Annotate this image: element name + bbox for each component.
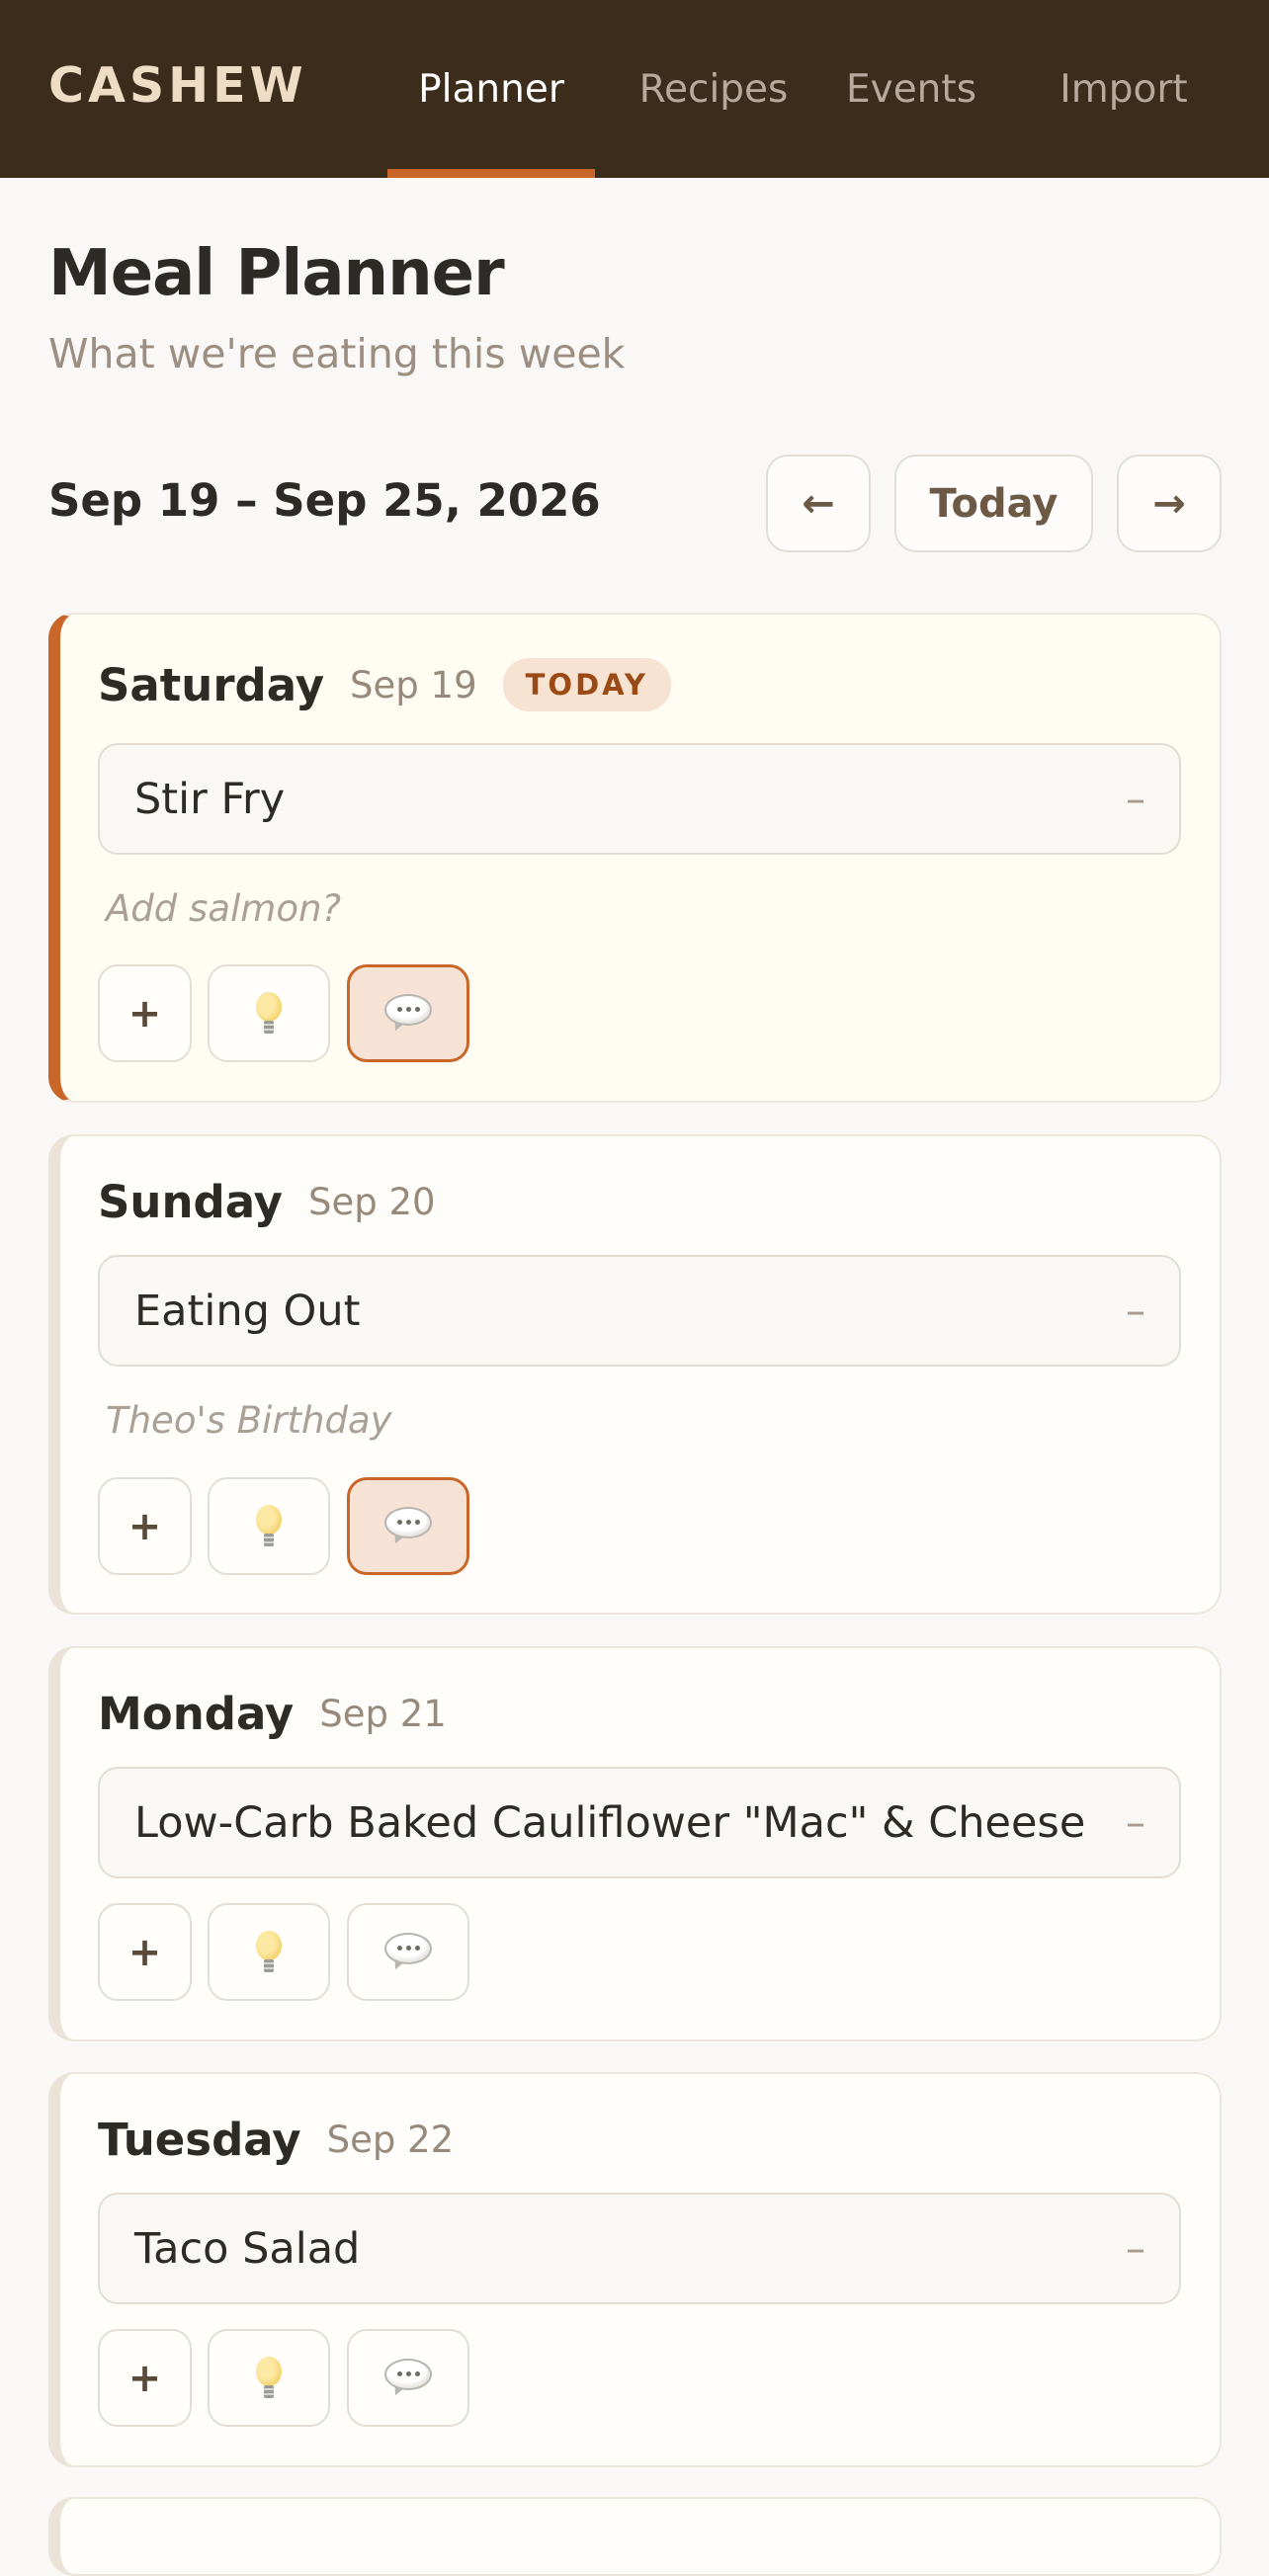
- day-note[interactable]: Add salmon?: [106, 887, 341, 930]
- day-card-saturday: Saturday Sep 19 TODAY Stir Fry – Add sal…: [48, 613, 1222, 1103]
- day-date: Sep 20: [308, 1181, 436, 1223]
- day-header: Monday Sep 21: [98, 1688, 447, 1740]
- lightbulb-icon: [256, 1931, 282, 1974]
- previous-week-button[interactable]: ←: [766, 455, 871, 552]
- add-meal-button[interactable]: +: [98, 2329, 192, 2427]
- add-meal-button[interactable]: +: [98, 964, 192, 1062]
- day-date: Sep 19: [350, 664, 477, 706]
- suggest-meal-button[interactable]: [208, 2329, 330, 2427]
- plus-icon: +: [128, 991, 162, 1037]
- day-header: Sunday Sep 20: [98, 1176, 436, 1228]
- note-toggle-button[interactable]: [347, 1477, 469, 1575]
- meal-name: Low-Carb Baked Cauliflower "Mac" & Chees…: [134, 1798, 1085, 1848]
- plus-icon: +: [128, 2356, 162, 2401]
- suggest-meal-button[interactable]: [208, 964, 330, 1062]
- meal-name: Eating Out: [134, 1287, 361, 1336]
- day-header: Saturday Sep 19 TODAY: [98, 658, 671, 711]
- speech-bubble-icon: [384, 1933, 432, 1972]
- arrow-left-icon: ←: [802, 481, 835, 527]
- today-button[interactable]: Today: [894, 455, 1093, 552]
- tab-planner[interactable]: Planner: [387, 0, 595, 178]
- page-title: Meal Planner: [48, 237, 504, 310]
- meal-item[interactable]: Low-Carb Baked Cauliflower "Mac" & Chees…: [98, 1767, 1181, 1878]
- speech-bubble-icon: [384, 2359, 432, 2398]
- add-meal-button[interactable]: +: [98, 1903, 192, 2001]
- day-name: Saturday: [98, 659, 324, 711]
- day-card-tuesday: Tuesday Sep 22 Taco Salad – +: [48, 2072, 1222, 2467]
- meal-item[interactable]: Stir Fry –: [98, 743, 1181, 855]
- meal-item[interactable]: Eating Out –: [98, 1255, 1181, 1367]
- lightbulb-icon: [256, 2357, 282, 2400]
- note-toggle-button[interactable]: [347, 1903, 469, 2001]
- next-week-button[interactable]: →: [1117, 455, 1222, 552]
- day-name: Tuesday: [98, 2114, 301, 2166]
- remove-meal-button[interactable]: –: [1126, 1800, 1145, 1846]
- day-card-next: [48, 2497, 1222, 2576]
- speech-bubble-icon: [384, 1507, 432, 1546]
- today-badge: TODAY: [503, 658, 671, 711]
- meal-name: Stir Fry: [134, 775, 285, 824]
- meal-name: Taco Salad: [134, 2224, 360, 2274]
- plus-icon: +: [128, 1504, 162, 1549]
- day-name: Monday: [98, 1688, 294, 1740]
- suggest-meal-button[interactable]: [208, 1477, 330, 1575]
- day-date: Sep 22: [327, 2119, 455, 2161]
- remove-meal-button[interactable]: –: [1126, 1288, 1145, 1334]
- note-toggle-button[interactable]: [347, 964, 469, 1062]
- day-date: Sep 21: [319, 1693, 447, 1735]
- page-subtitle: What we're eating this week: [48, 330, 625, 377]
- day-header: Tuesday Sep 22: [98, 2114, 454, 2166]
- tab-events[interactable]: Events: [838, 0, 984, 178]
- top-nav-bar: CASHEW Planner Recipes Events Import: [0, 0, 1269, 178]
- speech-bubble-icon: [384, 994, 432, 1034]
- day-name: Sunday: [98, 1176, 283, 1228]
- day-card-monday: Monday Sep 21 Low-Carb Baked Cauliflower…: [48, 1646, 1222, 2041]
- plus-icon: +: [128, 1930, 162, 1975]
- tab-recipes[interactable]: Recipes: [595, 0, 832, 178]
- week-range-label: Sep 19 – Sep 25, 2026: [48, 474, 601, 527]
- suggest-meal-button[interactable]: [208, 1903, 330, 2001]
- remove-meal-button[interactable]: –: [1126, 2226, 1145, 2272]
- brand-logo[interactable]: CASHEW: [48, 57, 307, 114]
- meal-item[interactable]: Taco Salad –: [98, 2193, 1181, 2304]
- arrow-right-icon: →: [1152, 481, 1186, 527]
- note-toggle-button[interactable]: [347, 2329, 469, 2427]
- day-card-sunday: Sunday Sep 20 Eating Out – Theo's Birthd…: [48, 1134, 1222, 1615]
- add-meal-button[interactable]: +: [98, 1477, 192, 1575]
- day-note[interactable]: Theo's Birthday: [106, 1399, 392, 1442]
- remove-meal-button[interactable]: –: [1126, 777, 1145, 822]
- main-nav: Planner Recipes Events Import: [387, 0, 1218, 178]
- lightbulb-icon: [256, 992, 282, 1036]
- tab-import[interactable]: Import: [1030, 0, 1218, 178]
- lightbulb-icon: [256, 1505, 282, 1548]
